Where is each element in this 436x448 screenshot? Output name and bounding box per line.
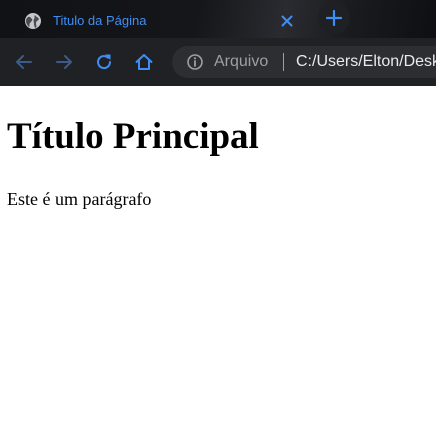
page-heading: Título Principal	[7, 116, 259, 157]
back-button[interactable]	[14, 52, 34, 72]
info-icon[interactable]	[186, 53, 204, 71]
forward-button[interactable]	[54, 52, 74, 72]
reload-button[interactable]	[94, 52, 114, 72]
globe-icon	[24, 12, 42, 30]
scheme-label: Arquivo	[214, 53, 269, 70]
page-content: Título Principal Este é um parágrafo	[0, 86, 436, 448]
close-icon[interactable]	[278, 12, 296, 30]
new-tab-button[interactable]	[318, 2, 350, 34]
plus-icon	[326, 10, 342, 26]
url-text[interactable]: C:/Users/Elton/Desktop/index.html	[296, 52, 436, 72]
browser-window: Titulo da Página Arquivo C:/Users/Elton/…	[0, 0, 436, 448]
arrow-left-icon	[16, 55, 32, 69]
address-bar[interactable]: Arquivo C:/Users/Elton/Desktop/index.htm…	[172, 46, 436, 78]
home-icon	[135, 54, 153, 70]
arrow-right-icon	[56, 55, 72, 69]
home-button[interactable]	[134, 52, 154, 72]
tab-strip: Titulo da Página	[0, 0, 436, 38]
page-paragraph: Este é um parágrafo	[7, 189, 152, 209]
reload-icon	[97, 54, 112, 70]
address-divider	[283, 53, 284, 71]
browser-toolbar: Arquivo C:/Users/Elton/Desktop/index.htm…	[0, 38, 436, 86]
tab-title: Titulo da Página	[53, 13, 147, 28]
tab-active[interactable]: Titulo da Página	[10, 4, 310, 38]
